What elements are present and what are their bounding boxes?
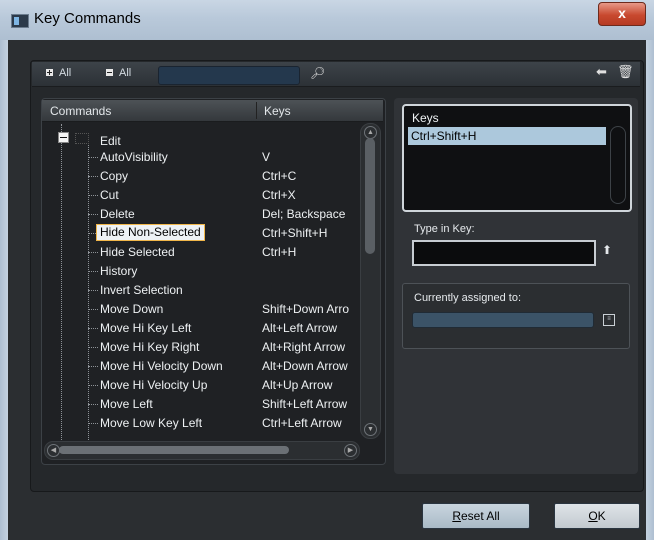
keys-label: Keys: [412, 111, 439, 125]
keys-scrollbar[interactable]: [610, 126, 626, 204]
close-icon: x: [618, 5, 626, 21]
key-list-item[interactable]: Ctrl+Shift+H: [408, 127, 606, 145]
command-keys: Del; Backspace: [262, 207, 346, 221]
command-name: Hide Selected: [100, 245, 175, 259]
table-header: Commands Keys: [42, 100, 383, 122]
window-frame-right: [646, 40, 654, 540]
currently-assigned-label: Currently assigned to:: [414, 292, 521, 304]
table-row[interactable]: Move Low Key Left Ctrl+Left Arrow: [88, 414, 362, 432]
title-bar: Key Commands x: [0, 0, 654, 41]
command-name: Delete: [100, 207, 135, 221]
command-keys: Alt+Up Arrow: [262, 378, 333, 392]
command-name: Invert Selection: [100, 283, 183, 297]
command-keys: Alt+Right Arrow: [262, 340, 346, 354]
tree-connector: [88, 404, 98, 405]
commands-column-header[interactable]: Commands: [50, 104, 111, 118]
command-name: Move Hi Velocity Up: [100, 378, 208, 392]
expand-all-button[interactable]: All: [46, 67, 71, 79]
command-keys: Alt+Left Arrow: [262, 321, 338, 335]
command-keys: V: [262, 150, 271, 164]
command-keys: Ctrl+H: [262, 245, 297, 259]
keys-list: Keys Ctrl+Shift+H: [402, 104, 632, 212]
table-row[interactable]: Move Down Shift+Down Arro: [88, 300, 362, 318]
table-row[interactable]: Hide Non-Selected Ctrl+Shift+H: [88, 224, 362, 242]
keys-column-header[interactable]: Keys: [264, 104, 291, 118]
tree-connector: [88, 423, 98, 424]
window-title: Key Commands: [34, 10, 141, 27]
app-icon: [11, 14, 29, 28]
command-name: History: [100, 264, 138, 278]
tree-category-edit[interactable]: Edit: [100, 134, 121, 148]
table-row[interactable]: Cut Ctrl+X: [88, 186, 362, 204]
ok-button[interactable]: OK: [554, 503, 640, 529]
folder-icon: [75, 133, 89, 144]
table-row[interactable]: Move Left Shift+Left Arrow: [88, 395, 362, 413]
type-in-key-field[interactable]: [412, 240, 596, 266]
command-name: Move Hi Key Left: [100, 321, 192, 335]
arrow-left-icon[interactable]: ⬅︎: [596, 64, 607, 80]
assign-key-icon[interactable]: ⬆︎: [602, 243, 612, 257]
plus-icon: [46, 69, 53, 76]
tree-connector: [88, 309, 98, 310]
table-row[interactable]: Move Hi Velocity Down Alt+Down Arrow: [88, 357, 362, 375]
tree-connector: [88, 385, 98, 386]
window-frame-left: [0, 40, 8, 540]
minus-icon: [106, 69, 113, 76]
command-name: Move Down: [100, 302, 164, 316]
command-keys: Shift+Left Arrow: [262, 397, 348, 411]
command-name: Move Hi Key Right: [100, 340, 200, 354]
tree-connector: [88, 176, 98, 177]
horizontal-scrollbar[interactable]: ◀ ▶: [44, 441, 360, 460]
table-row[interactable]: Hide Selected Ctrl+H: [88, 243, 362, 261]
tree-connector: [88, 347, 98, 348]
table-row[interactable]: Move Hi Key Right Alt+Right Arrow: [88, 338, 362, 356]
hscroll-thumb[interactable]: [59, 446, 289, 454]
command-keys: Shift+Down Arro: [262, 302, 350, 316]
table-row[interactable]: Copy Ctrl+C: [88, 167, 362, 185]
scroll-thumb[interactable]: [365, 138, 375, 254]
type-in-key-label: Type in Key:: [414, 223, 475, 235]
vertical-scrollbar[interactable]: ▲ ▼: [360, 123, 381, 439]
table-row[interactable]: AutoVisibility V: [88, 148, 362, 166]
list-icon[interactable]: ≡: [603, 314, 615, 326]
command-keys: Ctrl+Left Arrow: [262, 416, 342, 430]
tree-connector: [88, 290, 98, 291]
command-name: Move Hi Velocity Down: [100, 359, 223, 373]
tree-connector: [88, 366, 98, 367]
table-row[interactable]: Move Hi Velocity Up Alt+Up Arrow: [88, 376, 362, 394]
collapse-all-button[interactable]: All: [106, 67, 131, 79]
table-row[interactable]: Delete Del; Backspace: [88, 205, 362, 223]
command-name: Hide Non-Selected: [96, 224, 205, 241]
trash-icon[interactable]: 🗑︎: [617, 64, 634, 80]
command-name: AutoVisibility: [100, 150, 168, 164]
command-name: Copy: [100, 169, 129, 183]
scroll-right-icon[interactable]: ▶: [344, 444, 357, 457]
column-divider[interactable]: [256, 102, 257, 119]
table-row[interactable]: History: [88, 262, 362, 280]
currently-assigned-field[interactable]: [412, 312, 594, 328]
close-button[interactable]: x: [598, 2, 646, 26]
scroll-down-icon[interactable]: ▼: [364, 423, 377, 436]
command-name: Move Low Key Left: [100, 416, 203, 430]
tree-connector: [88, 195, 98, 196]
reset-all-button[interactable]: Reset All: [422, 503, 530, 529]
search-input[interactable]: [158, 66, 300, 85]
command-keys: Alt+Down Arrow: [262, 359, 348, 373]
table-row[interactable]: Move Hi Key Left Alt+Left Arrow: [88, 319, 362, 337]
command-keys: Ctrl+Shift+H: [262, 226, 328, 240]
tree-connector: [88, 214, 98, 215]
tree-connector: [88, 271, 98, 272]
command-keys: Ctrl+C: [262, 169, 297, 183]
collapse-node-icon[interactable]: [58, 132, 69, 143]
tree-connector: [88, 328, 98, 329]
tree-connector: [88, 252, 98, 253]
table-row[interactable]: Invert Selection: [88, 281, 362, 299]
command-name: Cut: [100, 188, 119, 202]
tree-connector: [88, 157, 98, 158]
tree-line-root: [61, 124, 62, 440]
command-keys: Ctrl+X: [262, 188, 296, 202]
binoculars-icon[interactable]: 🔎︎: [310, 66, 325, 80]
command-name: Move Left: [100, 397, 153, 411]
